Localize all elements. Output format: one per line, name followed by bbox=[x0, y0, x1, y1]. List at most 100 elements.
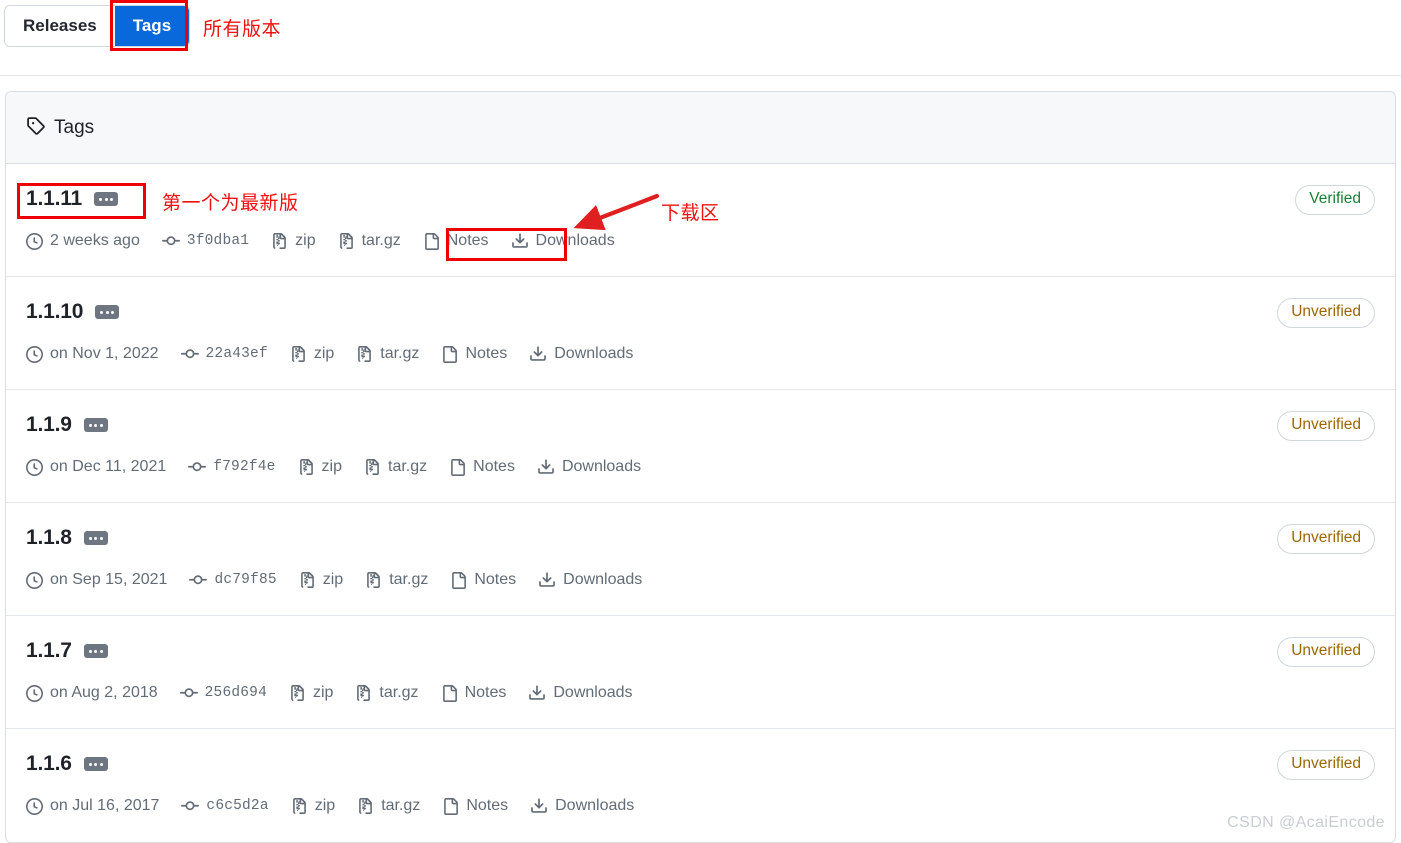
tag-targz-link[interactable]: tar.gz bbox=[356, 345, 419, 363]
tab-releases[interactable]: Releases bbox=[5, 6, 115, 46]
annotation-first-is-latest: 第一个为最新版 bbox=[162, 193, 299, 214]
tag-targz-link[interactable]: tar.gz bbox=[355, 684, 419, 702]
tag-targz-link[interactable]: tar.gz bbox=[338, 232, 401, 250]
tag-row: 1.1.7 on Aug 2, 2018 256d694 zip tar.gz Notes… bbox=[6, 616, 1395, 729]
tag-name[interactable]: 1.1.11 bbox=[26, 187, 82, 211]
file-zip-icon bbox=[290, 345, 307, 363]
tag-date: 2 weeks ago bbox=[26, 232, 140, 250]
releases-tags-segmented-control: Releases Tags bbox=[4, 5, 191, 47]
tag-options-badge[interactable] bbox=[83, 644, 108, 658]
tag-notes-link[interactable]: Notes bbox=[449, 458, 515, 476]
commit-icon bbox=[189, 571, 208, 589]
tag-zip-link[interactable]: zip bbox=[298, 458, 342, 476]
commit-icon bbox=[181, 797, 200, 815]
tag-commit-link[interactable]: dc79f85 bbox=[189, 571, 277, 589]
file-icon bbox=[442, 797, 459, 815]
tag-downloads-link[interactable]: Downloads bbox=[529, 345, 633, 363]
tag-commit-link[interactable]: 22a43ef bbox=[180, 345, 268, 363]
tag-commit-link[interactable]: 256d694 bbox=[179, 684, 267, 702]
tag-options-badge[interactable] bbox=[94, 192, 119, 206]
file-icon bbox=[441, 684, 458, 702]
tag-targz-link[interactable]: tar.gz bbox=[357, 797, 420, 815]
tag-commit-link[interactable]: 3f0dba1 bbox=[161, 232, 250, 250]
tag-downloads-link[interactable]: Downloads bbox=[538, 571, 642, 589]
tag-row: 1.1.6 on Jul 16, 2017 c6c5d2a zip tar.gz Note… bbox=[6, 729, 1395, 842]
tag-zip-link-label: zip bbox=[313, 345, 335, 362]
tags-card-title: Tags bbox=[54, 116, 95, 138]
tag-zip-link-label: zip bbox=[321, 458, 342, 475]
tag-date-label: on Sep 15, 2021 bbox=[50, 571, 168, 588]
tag-targz-link[interactable]: tar.gz bbox=[364, 458, 427, 476]
tag-downloads-link[interactable]: Downloads bbox=[511, 232, 615, 250]
file-icon bbox=[423, 232, 440, 250]
download-icon bbox=[537, 458, 555, 476]
tag-zip-link[interactable]: zip bbox=[299, 571, 343, 589]
tag-notes-link-label: Notes bbox=[465, 345, 508, 362]
tag-date-label: on Nov 1, 2022 bbox=[50, 345, 159, 362]
tag-downloads-link-label: Downloads bbox=[535, 232, 615, 249]
tag-commit-link[interactable]: f792f4e bbox=[188, 458, 275, 476]
tag-notes-link-label: Notes bbox=[446, 232, 489, 249]
tag-downloads-link[interactable]: Downloads bbox=[530, 797, 634, 815]
tag-downloads-link[interactable]: Downloads bbox=[537, 458, 641, 476]
tag-options-badge[interactable] bbox=[95, 305, 120, 319]
clock-icon bbox=[26, 571, 43, 589]
tag-name[interactable]: 1.1.8 bbox=[26, 526, 72, 550]
tag-name-line: 1.1.6 bbox=[26, 749, 1375, 779]
tag-commit-link-label: 3f0dba1 bbox=[186, 233, 250, 249]
clock-icon bbox=[26, 345, 43, 363]
tag-options-badge[interactable] bbox=[83, 757, 108, 771]
tag-commit-link-label: f792f4e bbox=[213, 459, 276, 475]
tag-meta: on Sep 15, 2021 dc79f85 zip tar.gz Notes Down… bbox=[26, 571, 1375, 589]
file-zip-icon bbox=[291, 797, 308, 815]
tag-name[interactable]: 1.1.7 bbox=[26, 639, 72, 663]
tag-downloads-link-label: Downloads bbox=[561, 458, 642, 475]
tag-name[interactable]: 1.1.6 bbox=[26, 752, 72, 776]
tag-notes-link-label: Notes bbox=[473, 458, 515, 475]
download-icon bbox=[528, 684, 546, 702]
tab-tags[interactable]: Tags bbox=[114, 6, 190, 46]
tag-downloads-link-label: Downloads bbox=[553, 684, 633, 701]
tag-targz-link-label: tar.gz bbox=[389, 571, 429, 588]
tag-downloads-link[interactable]: Downloads bbox=[528, 684, 633, 702]
tag-zip-link[interactable]: zip bbox=[290, 345, 334, 363]
tag-targz-link-label: tar.gz bbox=[381, 797, 421, 814]
tag-meta: on Aug 2, 2018 256d694 zip tar.gz Notes Downl… bbox=[26, 684, 1375, 702]
file-zip-icon bbox=[338, 232, 355, 250]
tag-name[interactable]: 1.1.9 bbox=[26, 413, 72, 437]
commit-icon bbox=[161, 232, 180, 250]
tag-zip-link[interactable]: zip bbox=[291, 797, 335, 815]
tag-commit-link[interactable]: c6c5d2a bbox=[181, 797, 269, 815]
tag-row: 1.1.8 on Sep 15, 2021 dc79f85 zip tar.gz Note… bbox=[6, 503, 1395, 616]
tag-status-badge: Unverified bbox=[1277, 750, 1375, 780]
tag-options-badge[interactable] bbox=[83, 531, 108, 545]
tag-notes-link[interactable]: Notes bbox=[442, 797, 508, 815]
tag-notes-link[interactable]: Notes bbox=[423, 232, 489, 250]
tag-notes-link-label: Notes bbox=[466, 797, 509, 814]
tag-zip-link-label: zip bbox=[295, 232, 316, 249]
clock-icon bbox=[26, 797, 43, 815]
download-icon bbox=[511, 232, 529, 250]
file-icon bbox=[449, 458, 466, 476]
clock-icon bbox=[26, 684, 43, 702]
tag-options-badge[interactable] bbox=[83, 418, 108, 432]
download-icon bbox=[538, 571, 556, 589]
tag-date-label: on Jul 16, 2017 bbox=[50, 797, 160, 814]
tag-notes-link[interactable]: Notes bbox=[450, 571, 516, 589]
clock-icon bbox=[26, 458, 43, 476]
tag-notes-link[interactable]: Notes bbox=[441, 684, 506, 702]
tag-meta: 2 weeks ago 3f0dba1 zip tar.gz Notes Download… bbox=[26, 232, 1375, 250]
tag-targz-link[interactable]: tar.gz bbox=[365, 571, 428, 589]
releases-tags-toolbar: Releases Tags 所有版本 bbox=[0, 0, 1401, 76]
tag-commit-link-label: 256d694 bbox=[204, 685, 267, 701]
tag-notes-link[interactable]: Notes bbox=[441, 345, 507, 363]
tag-zip-link-label: zip bbox=[314, 797, 336, 814]
file-zip-icon bbox=[271, 232, 288, 250]
tag-zip-link[interactable]: zip bbox=[271, 232, 316, 250]
tag-date-label: on Dec 11, 2021 bbox=[50, 458, 167, 475]
tag-name[interactable]: 1.1.10 bbox=[26, 300, 83, 324]
tag-meta: on Nov 1, 2022 22a43ef zip tar.gz Notes Downl… bbox=[26, 345, 1375, 363]
tag-zip-link[interactable]: zip bbox=[289, 684, 333, 702]
tag-name-line: 1.1.10 bbox=[26, 297, 1375, 327]
file-zip-icon bbox=[298, 458, 315, 476]
